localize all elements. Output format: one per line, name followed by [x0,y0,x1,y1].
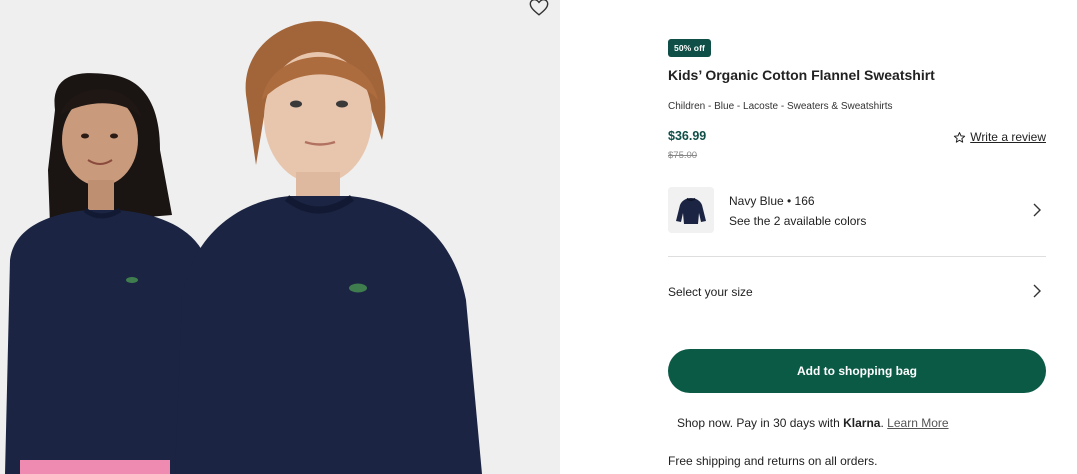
selected-color-name: Navy Blue • 166 [729,194,815,208]
star-icon [953,131,966,144]
product-title: Kids’ Organic Cotton Flannel Sweatshirt [668,67,935,83]
product-photo-illustration [0,0,560,474]
klarna-payment-message: Shop now. Pay in 30 days with Klarna. Le… [677,416,949,430]
original-price: $75.00 [668,150,698,161]
product-details-panel: 50% off Kids’ Organic Cotton Flannel Swe… [668,0,1046,474]
write-review-label: Write a review [970,130,1046,144]
klarna-suffix: . [880,416,884,430]
color-swatch-thumbnail [668,187,714,233]
discount-badge: 50% off [668,39,711,57]
product-image [0,0,560,474]
available-colors-text: See the 2 available colors [729,214,867,228]
breadcrumb[interactable]: Children - Blue - Lacoste - Sweaters & S… [668,101,893,112]
klarna-brand: Klarna [843,416,881,430]
sale-price: $36.99 [668,129,707,143]
size-selector[interactable]: Select your size [668,276,1046,306]
shipping-info: Free shipping and returns on all orders. [668,454,878,468]
klarna-prefix: Shop now. Pay in 30 days with [677,416,840,430]
add-to-bag-button[interactable]: Add to shopping bag [668,349,1046,393]
chevron-right-icon [1032,283,1042,299]
divider [668,256,1046,257]
wishlist-heart-icon[interactable] [528,0,550,18]
size-selector-label: Select your size [668,285,753,299]
color-selector[interactable]: Navy Blue • 166 See the 2 available colo… [668,187,1046,233]
learn-more-link[interactable]: Learn More [887,416,948,430]
write-review-link[interactable]: Write a review [953,130,1046,144]
chevron-right-icon [1032,202,1042,218]
